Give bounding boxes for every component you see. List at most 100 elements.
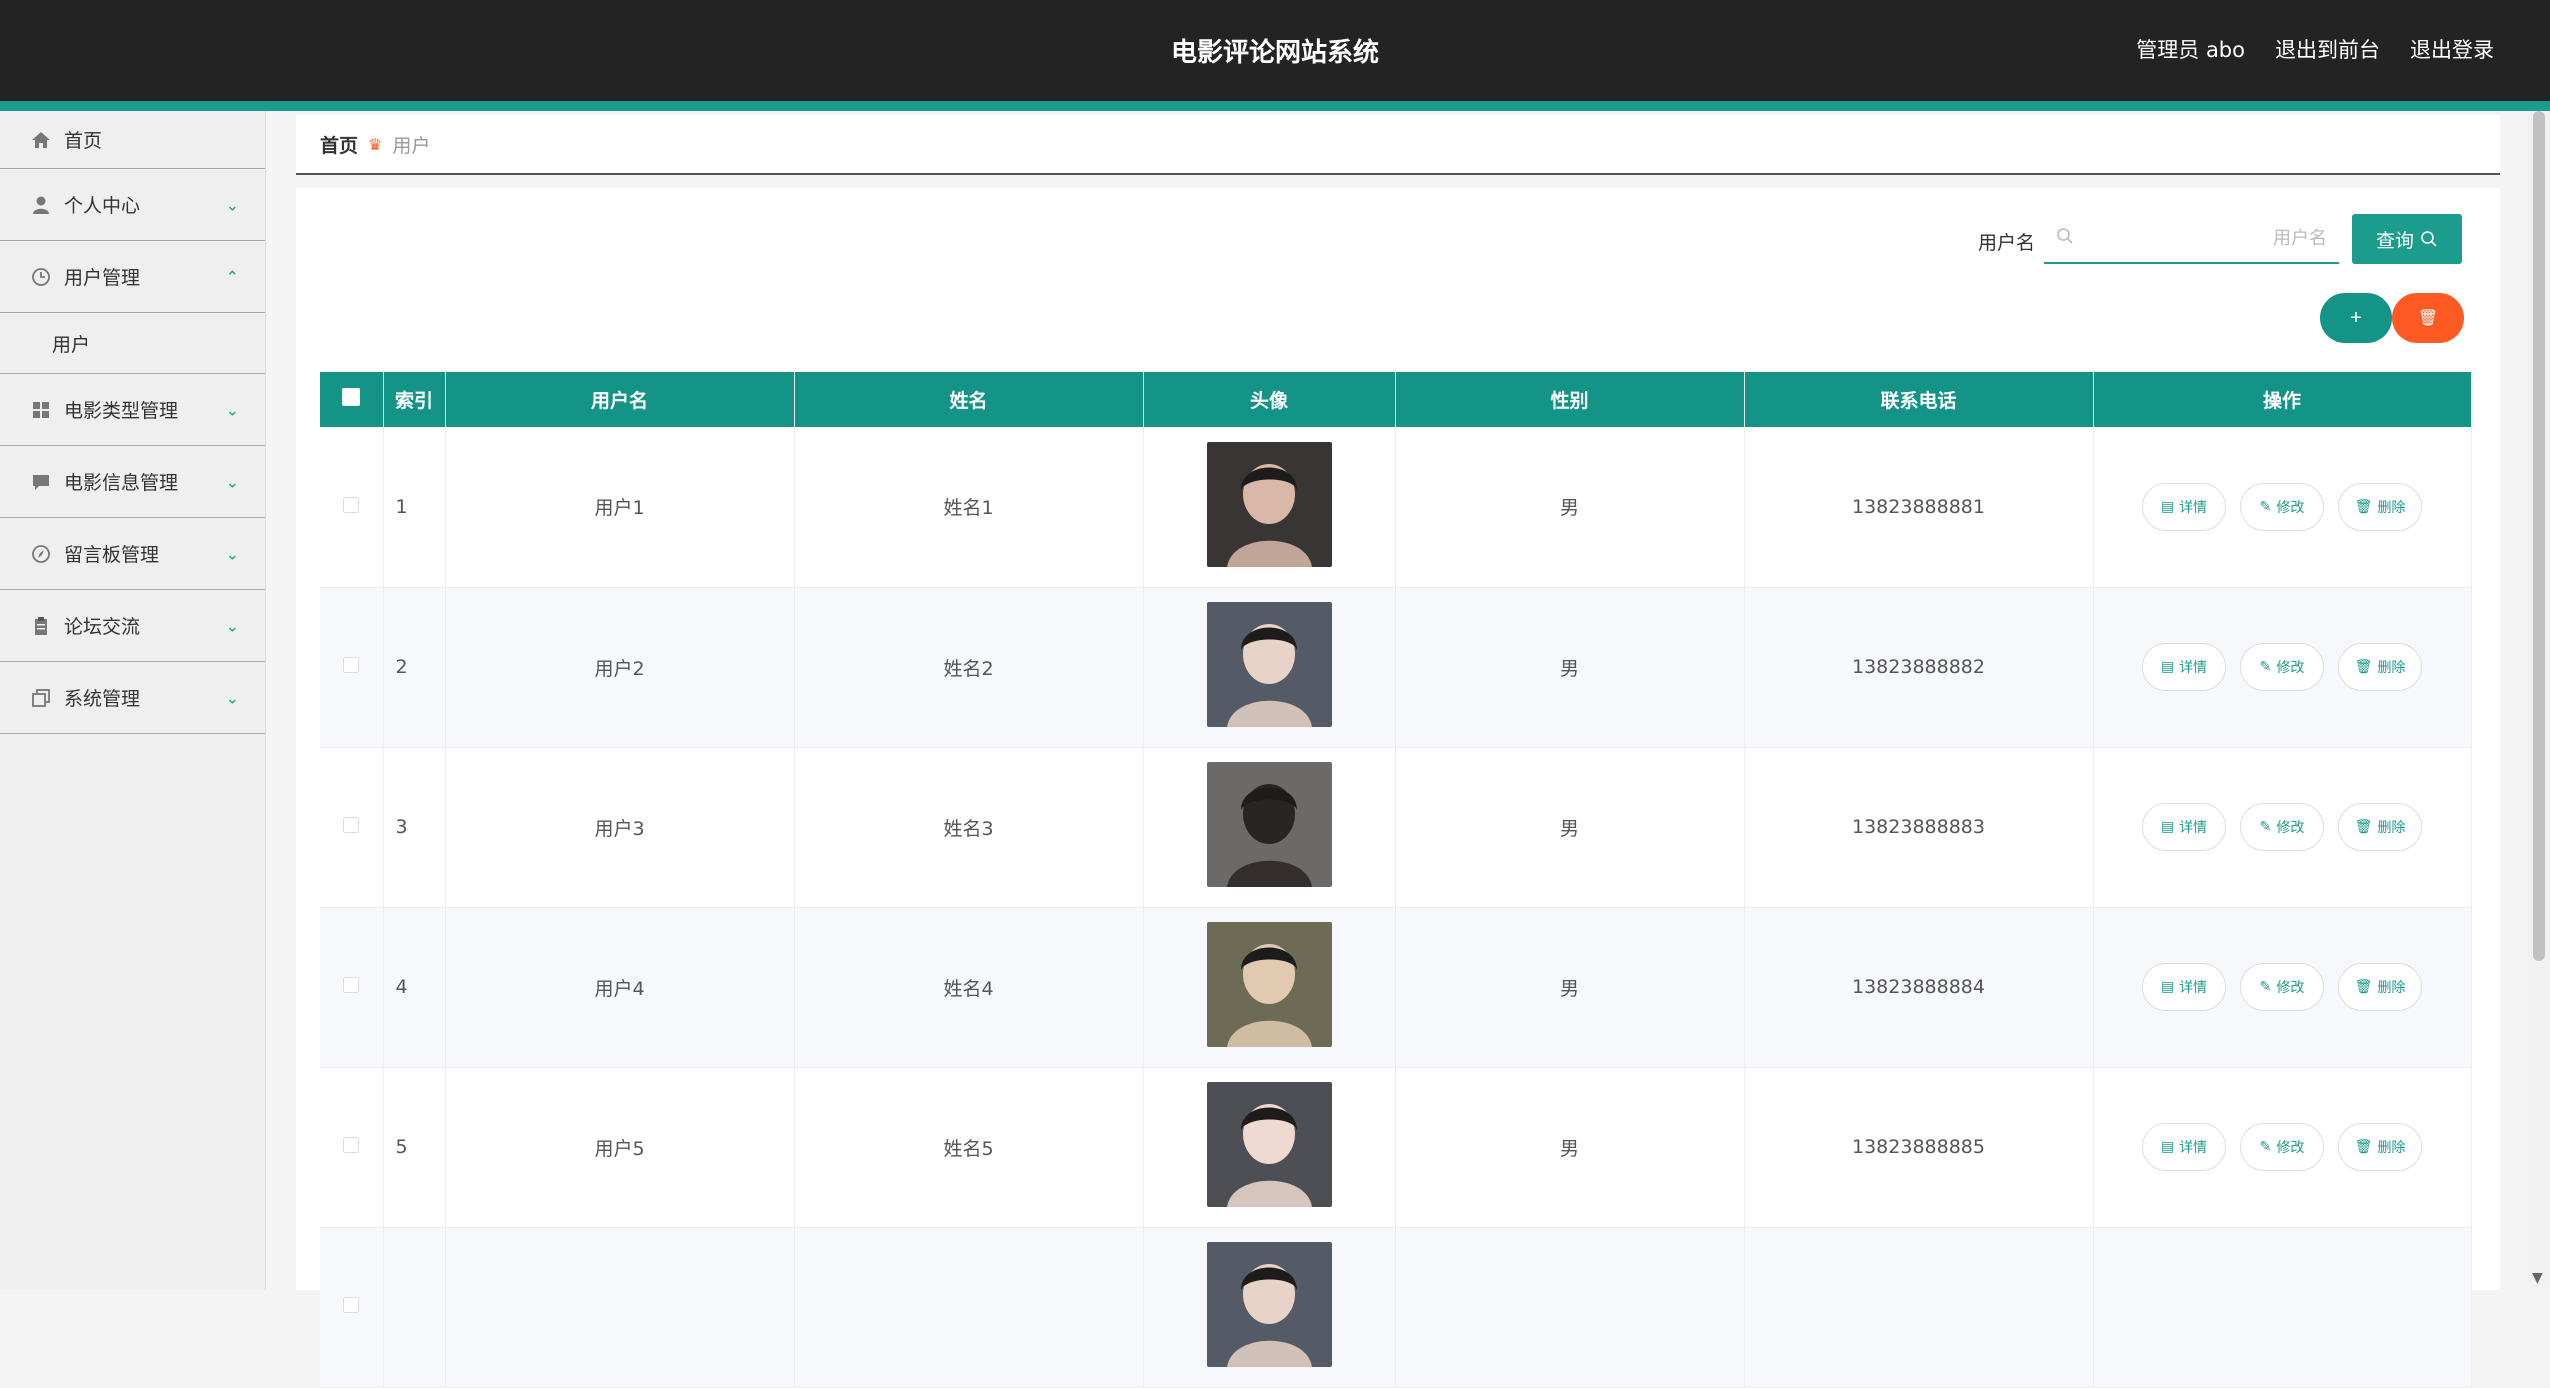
name-cell: 姓名5 (794, 1067, 1144, 1228)
detail-button[interactable]: ▤ 详情 (2141, 803, 2226, 851)
phone-cell: 13823888881 (1744, 427, 2094, 588)
sidebar-item-label: 留言板管理 (64, 544, 160, 566)
edit-label: 修改 (2276, 499, 2305, 516)
actions-cell (2093, 1227, 2472, 1388)
admin-label[interactable]: 管理员 abo (2136, 34, 2245, 64)
gender-cell: 男 (1395, 1067, 1745, 1228)
row-checkbox[interactable] (343, 496, 360, 513)
avatar (1206, 441, 1332, 567)
index-cell (383, 1227, 446, 1388)
search-button-label: 查询 (2375, 230, 2414, 252)
row-select-cell[interactable] (320, 1067, 384, 1228)
search-input[interactable] (2074, 227, 2327, 249)
main-content: 用户名 查询 + 🗑 索引 用户名 姓名 头像 性别 联系电话 操作 (296, 188, 2500, 1388)
row-checkbox[interactable] (343, 1137, 360, 1153)
edit-icon: ✎ (2259, 498, 2272, 515)
edit-button[interactable]: ✎ 修改 (2240, 963, 2324, 1011)
document-icon: ▤ (2160, 819, 2175, 835)
edit-button[interactable]: ✎ 修改 (2240, 1123, 2324, 1171)
edit-label: 修改 (2276, 660, 2305, 676)
edit-button[interactable]: ✎ 修改 (2240, 643, 2324, 691)
breadcrumb: 首页 ♛ 用户 (296, 115, 2500, 175)
select-all-header[interactable] (320, 372, 384, 427)
detail-label: 详情 (2179, 499, 2208, 516)
chat-icon (30, 471, 52, 493)
row-select-cell[interactable] (320, 1227, 384, 1388)
trash-icon: 🗑 (2354, 659, 2373, 675)
delete-button[interactable]: 🗑 删除 (2338, 963, 2423, 1011)
phone-cell (1744, 1227, 2094, 1388)
document-icon: ▤ (2160, 979, 2175, 995)
detail-label: 详情 (2179, 980, 2208, 996)
column-header: 性别 (1395, 372, 1745, 427)
scroll-down-arrow-icon[interactable]: ▼ (2532, 1270, 2543, 1286)
search-button[interactable]: 查询 (2352, 214, 2462, 264)
row-checkbox[interactable] (343, 1297, 360, 1313)
row-select-cell[interactable] (320, 427, 384, 588)
gender-cell (1395, 1227, 1745, 1388)
actions-cell: ▤ 详情 ✎ 修改 🗑 删除 (2093, 587, 2472, 748)
chevron-down-icon: ⌄ (225, 472, 239, 491)
page-scrollbar[interactable]: ▼ (2528, 111, 2550, 1290)
add-button[interactable]: + (2320, 293, 2392, 343)
row-checkbox[interactable] (343, 817, 360, 833)
logout-link[interactable]: 退出登录 (2410, 34, 2494, 64)
name-cell: 姓名1 (794, 427, 1144, 588)
document-icon: ▤ (2160, 498, 2175, 515)
gender-cell: 男 (1395, 747, 1745, 908)
sidebar-item-personal[interactable]: 个人中心 ⌄ (0, 169, 265, 241)
document-icon: ▤ (2160, 1139, 2175, 1155)
sidebar-item-label: 首页 (64, 130, 103, 152)
sidebar-item-home[interactable]: 首页 (0, 111, 265, 169)
delete-button[interactable]: 🗑 删除 (2338, 1123, 2423, 1171)
sidebar-item-label: 电影信息管理 (64, 472, 179, 494)
detail-button[interactable]: ▤ 详情 (2141, 963, 2226, 1011)
table-row: 1 用户1 姓名1 男 13823888881 ▤ 详情 ✎ 修改 🗑 删除 (320, 427, 2472, 588)
gender-cell: 男 (1395, 907, 1745, 1068)
sidebar-item-movie-type[interactable]: 电影类型管理 ⌄ (0, 374, 265, 446)
row-select-cell[interactable] (320, 587, 384, 748)
search-icon (2056, 227, 2074, 250)
edit-button[interactable]: ✎ 修改 (2240, 803, 2324, 851)
sidebar-item-forum[interactable]: 论坛交流 ⌄ (0, 590, 265, 662)
detail-label: 详情 (2179, 1140, 2208, 1156)
edit-label: 修改 (2276, 1140, 2305, 1156)
sidebar-item-label: 电影类型管理 (64, 400, 179, 422)
detail-label: 详情 (2179, 660, 2208, 676)
batch-delete-button[interactable]: 🗑 (2392, 293, 2464, 343)
detail-button[interactable]: ▤ 详情 (2141, 1123, 2226, 1171)
to-front-link[interactable]: 退出到前台 (2275, 34, 2380, 64)
avatar (1206, 1242, 1332, 1367)
scrollbar-thumb[interactable] (2533, 111, 2545, 961)
detail-button[interactable]: ▤ 详情 (2141, 482, 2226, 531)
edit-label: 修改 (2276, 980, 2305, 996)
row-select-cell[interactable] (320, 747, 384, 908)
sidebar-item-movie-info[interactable]: 电影信息管理 ⌄ (0, 446, 265, 518)
chevron-up-icon: ⌃ (225, 267, 239, 286)
delete-button[interactable]: 🗑 删除 (2338, 482, 2423, 531)
delete-button[interactable]: 🗑 删除 (2338, 643, 2423, 691)
search-field[interactable] (2044, 214, 2339, 264)
detail-button[interactable]: ▤ 详情 (2141, 643, 2226, 691)
edit-icon: ✎ (2259, 979, 2272, 995)
sidebar-item-user-manage[interactable]: 用户管理 ⌃ (0, 241, 265, 313)
username-cell: 用户4 (445, 907, 795, 1068)
compass-icon (30, 543, 52, 565)
trash-icon: 🗑 (2354, 1139, 2373, 1155)
row-checkbox[interactable] (343, 657, 360, 673)
delete-button[interactable]: 🗑 删除 (2338, 803, 2423, 851)
sidebar-item-message-board[interactable]: 留言板管理 ⌄ (0, 518, 265, 590)
delete-label: 删除 (2377, 660, 2406, 676)
breadcrumb-separator-icon: ♛ (368, 134, 383, 154)
row-select-cell[interactable] (320, 907, 384, 1068)
sidebar-subitem-user[interactable]: 用户 (0, 313, 265, 374)
phone-cell: 13823888884 (1744, 907, 2094, 1068)
sidebar-item-system[interactable]: 系统管理 ⌄ (0, 662, 265, 734)
select-all-checkbox[interactable] (342, 388, 361, 406)
top-bar: 电影评论网站系统 管理员 abo 退出到前台 退出登录 (0, 0, 2550, 101)
breadcrumb-home[interactable]: 首页 (320, 131, 358, 158)
row-checkbox[interactable] (343, 977, 360, 993)
index-cell: 3 (383, 747, 446, 908)
edit-button[interactable]: ✎ 修改 (2240, 482, 2324, 531)
edit-label: 修改 (2276, 820, 2305, 836)
